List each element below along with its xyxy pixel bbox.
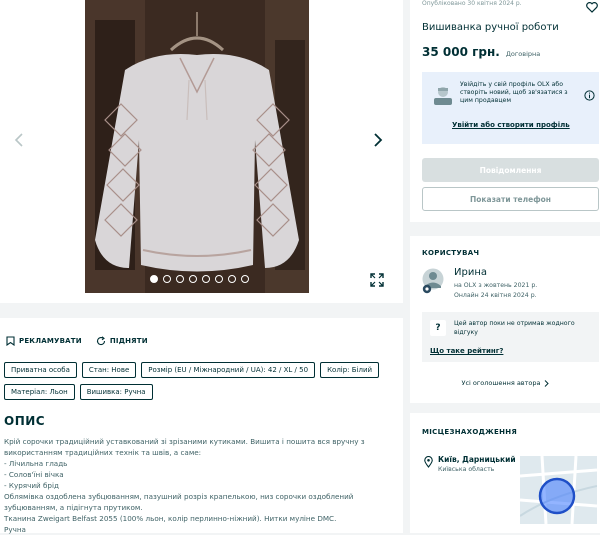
rating-link[interactable]: Що таке рейтинг? bbox=[430, 347, 503, 355]
description-line: зубцюванням, а підігнута прутиком. bbox=[4, 503, 143, 512]
gallery-dot[interactable] bbox=[189, 275, 197, 283]
chevron-right-icon bbox=[544, 379, 549, 387]
description-line: Облямівка оздоблена зубцюванням, пазушни… bbox=[4, 492, 354, 501]
user-online: Онлайн 24 квітня 2024 р. bbox=[454, 292, 537, 299]
description-line: Крій сорочки традиційний уставкований зі… bbox=[4, 437, 365, 446]
gallery-dot[interactable] bbox=[215, 275, 223, 283]
rating-text: Цей автор поки не отримав жодного відгук… bbox=[454, 320, 575, 336]
gallery-dot[interactable] bbox=[228, 275, 236, 283]
photo-gallery bbox=[0, 0, 403, 303]
description-line: - Курячий брід bbox=[4, 481, 59, 490]
tag-color[interactable]: Колір: Білий bbox=[320, 362, 380, 378]
gallery-dot[interactable] bbox=[202, 275, 210, 283]
gallery-dot[interactable] bbox=[176, 275, 184, 283]
price-row: 35 000 грн. Договірна bbox=[422, 45, 540, 59]
gallery-prev-button[interactable] bbox=[7, 128, 31, 152]
description-line: Тканина Zweigart Belfast 2055 (100% льон… bbox=[4, 514, 337, 523]
user-section-title: КОРИСТУВАЧ bbox=[422, 249, 480, 257]
left-column: РЕКЛАМУВАТИ ПІДНЯТИ Приватна особа Стан:… bbox=[0, 0, 403, 535]
login-prompt-text: Увійдіть у свій профіль OLX або створіть… bbox=[460, 81, 568, 104]
login-prompt-box: Увійдіть у свій профіль OLX або створіть… bbox=[422, 72, 599, 144]
description-line: використанням традиційних технік та швів… bbox=[4, 448, 202, 457]
expand-icon bbox=[370, 273, 384, 287]
message-button[interactable]: Повідомлення bbox=[422, 158, 599, 182]
listing-actions: РЕКЛАМУВАТИ ПІДНЯТИ bbox=[6, 336, 148, 346]
gallery-next-button[interactable] bbox=[366, 128, 390, 152]
raise-button[interactable]: ПІДНЯТИ bbox=[96, 336, 148, 346]
product-photo[interactable] bbox=[85, 0, 309, 293]
user-card: КОРИСТУВАЧ Ирина на OLX з жовтень 2021 р… bbox=[410, 236, 600, 403]
user-avatar-icon bbox=[422, 268, 444, 294]
location-section-title: МІСЦЕЗНАХОДЖЕННЯ bbox=[422, 428, 518, 436]
user-since: на OLX з жовтень 2021 р. bbox=[454, 282, 538, 289]
chevron-left-icon bbox=[14, 133, 23, 147]
description-line: - Солов'їні вічка bbox=[4, 470, 64, 479]
fullscreen-button[interactable] bbox=[370, 272, 384, 287]
all-ads-link[interactable]: Усі оголошення автора bbox=[410, 379, 600, 387]
info-icon[interactable] bbox=[584, 90, 595, 101]
location-card: МІСЦЕЗНАХОДЖЕННЯ Київ, Дарницький Київсь… bbox=[410, 413, 600, 533]
tag-size[interactable]: Розмір (EU / Міжнародний / UA): 42 / XL … bbox=[141, 362, 316, 378]
location-region: Київська область bbox=[438, 466, 495, 473]
chevron-right-icon bbox=[374, 133, 383, 147]
description-line: Ручна bbox=[4, 525, 26, 534]
blouse-image bbox=[85, 0, 309, 293]
heart-icon bbox=[586, 2, 598, 13]
user-name[interactable]: Ирина bbox=[454, 267, 487, 278]
question-icon: ? bbox=[430, 320, 446, 336]
bookmark-icon bbox=[6, 336, 15, 346]
gallery-dot[interactable] bbox=[163, 275, 171, 283]
attribute-tags: Приватна особа Стан: Нове Розмір (EU / М… bbox=[4, 362, 399, 400]
published-date: Опубліковано 30 квітня 2024 р. bbox=[422, 0, 522, 7]
tag-seller-type[interactable]: Приватна особа bbox=[4, 362, 77, 378]
description-text: Крій сорочки традиційний уставкований зі… bbox=[4, 436, 396, 535]
description-line: - Лічильна гладь bbox=[4, 459, 68, 468]
description-heading: ОПИС bbox=[4, 414, 46, 428]
tag-condition[interactable]: Стан: Нове bbox=[81, 362, 137, 378]
raise-label: ПІДНЯТИ bbox=[109, 337, 148, 345]
refresh-icon bbox=[96, 336, 105, 346]
listing-card: Опубліковано 30 квітня 2024 р. Вишиванка… bbox=[410, 0, 600, 222]
location-pin-icon bbox=[424, 456, 433, 468]
location-map[interactable] bbox=[520, 456, 597, 524]
rating-box: ? Цей автор поки не отримав жодного відг… bbox=[422, 312, 599, 362]
location-city: Київ, Дарницький bbox=[438, 455, 516, 464]
gallery-dot[interactable] bbox=[241, 275, 249, 283]
promote-button[interactable]: РЕКЛАМУВАТИ bbox=[6, 336, 82, 346]
tag-material[interactable]: Матеріал: Льон bbox=[4, 384, 75, 400]
all-ads-label: Усі оголошення автора bbox=[461, 379, 541, 387]
price: 35 000 грн. bbox=[422, 45, 500, 59]
show-phone-button[interactable]: Показати телефон bbox=[422, 187, 599, 211]
gallery-dot[interactable] bbox=[150, 275, 158, 283]
login-link[interactable]: Увійти або створити профіль bbox=[452, 121, 570, 129]
favorite-button[interactable] bbox=[586, 0, 598, 17]
promote-label: РЕКЛАМУВАТИ bbox=[19, 337, 82, 345]
listing-title: Вишиванка ручної роботи bbox=[422, 22, 559, 33]
negotiable-label: Договірна bbox=[505, 50, 541, 58]
tag-embroidery[interactable]: Вишивка: Ручна bbox=[79, 384, 153, 400]
user-avatar-placeholder-icon bbox=[434, 87, 452, 105]
gallery-dots bbox=[150, 275, 249, 283]
